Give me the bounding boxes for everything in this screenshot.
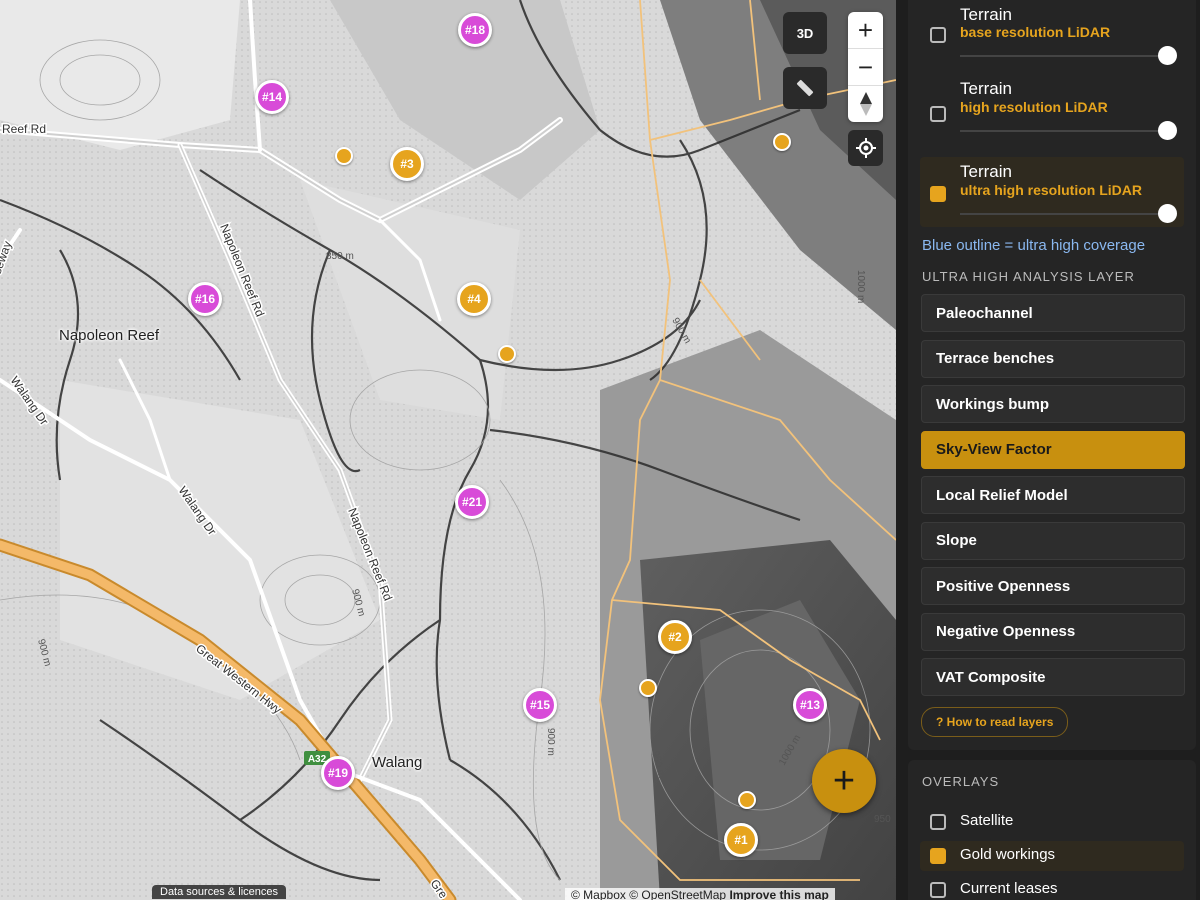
overlay-gold-workings-checkbox[interactable] xyxy=(930,848,946,864)
map-marker[interactable]: #15 xyxy=(523,688,557,722)
terrain-base-opacity-thumb[interactable] xyxy=(1158,46,1177,65)
improve-map-link[interactable]: Improve this map xyxy=(729,888,828,900)
gold-working-dot[interactable] xyxy=(738,791,756,809)
crosshair-icon xyxy=(855,138,876,158)
map-credit: © Mapbox © OpenStreetMap Improve this ma… xyxy=(565,888,835,900)
terrain-high-title: Terrain xyxy=(960,79,1012,98)
overlay-current-leases[interactable]: Current leases xyxy=(920,875,1184,900)
compass-icon xyxy=(859,92,872,116)
overlay-current-leases-label: Current leases xyxy=(960,880,1058,897)
place-label-walang: Walang xyxy=(372,754,423,771)
analysis-layer-paleochannel-button[interactable]: Paleochannel xyxy=(921,294,1185,332)
analysis-layer-vat-composite-button[interactable]: VAT Composite xyxy=(921,658,1185,696)
terrain-basemap: 850 m 900 m 900 m 900 m 900 m 950 m 950 … xyxy=(0,0,896,900)
overlay-gold-workings[interactable]: Gold workings xyxy=(920,841,1184,871)
analysis-layer-positive-openness-button[interactable]: Positive Openness xyxy=(921,567,1185,605)
zoom-in-button[interactable]: + xyxy=(848,12,883,49)
analysis-layer-terrace-benches-button[interactable]: Terrace benches xyxy=(921,339,1185,378)
map-marker[interactable]: #18 xyxy=(458,13,492,47)
osm-credit-link[interactable]: © OpenStreetMap xyxy=(629,888,726,900)
overlay-satellite-label: Satellite xyxy=(960,812,1014,829)
map-marker[interactable]: #13 xyxy=(793,688,827,722)
terrain-high-opacity-slider[interactable] xyxy=(960,130,1170,132)
zoom-controls: + − xyxy=(848,12,883,122)
terrain-layer-ultra[interactable]: Terrain ultra high resolution LiDAR xyxy=(920,157,1184,227)
coverage-note: Blue outline = ultra high coverage xyxy=(922,237,1146,254)
road-label-reef-rd: Reef Rd xyxy=(2,122,46,136)
gold-working-dot[interactable] xyxy=(773,133,791,151)
terrain-high-checkbox[interactable] xyxy=(930,106,946,122)
terrain-ultra-title: Terrain xyxy=(960,162,1012,181)
map-marker[interactable]: #1 xyxy=(724,823,758,857)
contour-label: 1000 m xyxy=(855,270,866,303)
zoom-out-button[interactable]: − xyxy=(848,49,883,86)
overlay-satellite[interactable]: Satellite xyxy=(920,807,1184,837)
gold-working-dot[interactable] xyxy=(639,679,657,697)
analysis-layer-negative-openness-button[interactable]: Negative Openness xyxy=(921,612,1185,651)
overlay-satellite-checkbox[interactable] xyxy=(930,814,946,830)
terrain-ultra-opacity-thumb[interactable] xyxy=(1158,204,1177,223)
terrain-ultra-checkbox[interactable] xyxy=(930,186,946,202)
contour-label: 950 xyxy=(874,814,891,825)
map-marker[interactable]: #21 xyxy=(455,485,489,519)
overlays-heading: OVERLAYS xyxy=(922,774,1000,789)
layers-panel: Terrain base resolution LiDAR Terrain hi… xyxy=(896,0,1200,900)
terrain-base-checkbox[interactable] xyxy=(930,27,946,43)
overlay-gold-workings-label: Gold workings xyxy=(960,846,1056,863)
toggle-3d-button[interactable]: 3D xyxy=(783,12,827,54)
ruler-icon xyxy=(796,79,814,97)
terrain-layer-high[interactable]: Terrain high resolution LiDAR xyxy=(920,76,1184,146)
measure-tool-button[interactable] xyxy=(783,67,827,109)
map-marker[interactable]: #3 xyxy=(390,147,424,181)
analysis-layer-slope-button[interactable]: Slope xyxy=(921,521,1185,560)
terrain-ultra-opacity-slider[interactable] xyxy=(960,213,1170,215)
data-sources-button[interactable]: Data sources & licences xyxy=(152,885,286,899)
analysis-heading: ULTRA HIGH ANALYSIS LAYER xyxy=(922,269,1135,284)
analysis-layer-workings-bump-button[interactable]: Workings bump xyxy=(921,385,1185,423)
place-label-napoleon-reef: Napoleon Reef xyxy=(59,327,160,344)
map-marker[interactable]: #19 xyxy=(321,756,355,790)
analysis-layer-local-relief-model-button[interactable]: Local Relief Model xyxy=(921,476,1185,514)
how-to-read-layers-button[interactable]: ? How to read layers xyxy=(921,707,1069,737)
add-button[interactable]: + xyxy=(812,749,876,813)
geolocate-button[interactable] xyxy=(848,130,883,166)
terrain-layer-base[interactable]: Terrain base resolution LiDAR xyxy=(920,0,1184,70)
map-marker[interactable]: #16 xyxy=(188,282,222,316)
map-canvas[interactable]: 850 m 900 m 900 m 900 m 900 m 950 m 950 … xyxy=(0,0,896,900)
map-marker[interactable]: #14 xyxy=(255,80,289,114)
gold-working-dot[interactable] xyxy=(335,147,353,165)
map-marker[interactable]: #2 xyxy=(658,620,692,654)
analysis-layer-sky-view-factor-button[interactable]: Sky-View Factor xyxy=(921,430,1185,469)
terrain-high-subtitle: high resolution LiDAR xyxy=(960,99,1108,115)
contour-label: 900 m xyxy=(545,728,556,756)
terrain-ultra-subtitle: ultra high resolution LiDAR xyxy=(960,182,1142,198)
terrain-base-subtitle: base resolution LiDAR xyxy=(960,24,1111,40)
contour-label: 850 m xyxy=(326,251,354,262)
map-marker[interactable]: #4 xyxy=(457,282,491,316)
terrain-base-title: Terrain xyxy=(960,5,1012,24)
overlay-current-leases-checkbox[interactable] xyxy=(930,882,946,898)
compass-button[interactable] xyxy=(848,86,883,122)
gold-working-dot[interactable] xyxy=(498,345,516,363)
terrain-base-opacity-slider[interactable] xyxy=(960,55,1170,57)
terrain-high-opacity-thumb[interactable] xyxy=(1158,121,1177,140)
mapbox-credit-link[interactable]: © Mapbox xyxy=(571,888,626,900)
